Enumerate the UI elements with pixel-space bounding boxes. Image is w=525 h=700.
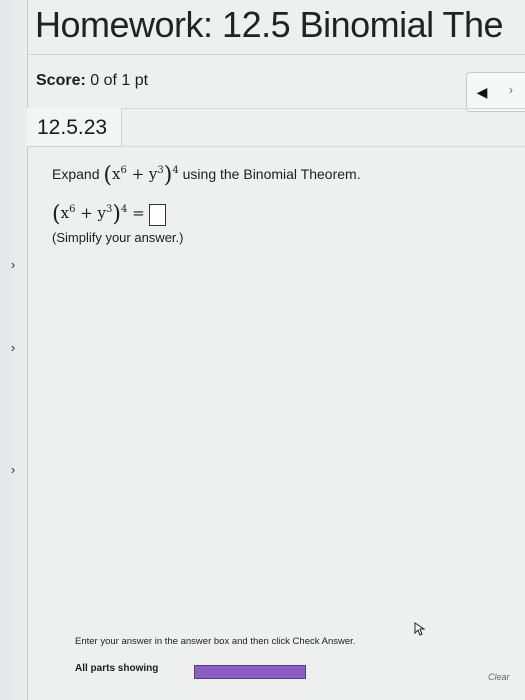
divider [121, 146, 525, 147]
prompt-text: Expand [52, 166, 100, 182]
binomial-expression: (x6 + y3)4 = [52, 202, 145, 227]
page-header: Homework: 12.5 Binomial The [27, 0, 525, 55]
right-arrow-icon: › [509, 83, 513, 97]
problem-id-box: 12.5.23 [27, 108, 122, 147]
score-row: Score: 0 of 1 pt [36, 72, 148, 90]
chevron-right-icon[interactable]: › [6, 463, 20, 477]
parts-label: All parts showing [75, 663, 159, 674]
instruction-text: (Simplify your answer.) [52, 230, 184, 245]
page-title: Homework: 12.5 Binomial The [35, 4, 504, 45]
answer-input[interactable] [148, 203, 166, 226]
progress-fill [195, 666, 305, 678]
binomial-expression: (x6 + y3)4 [103, 163, 179, 188]
progress-bar [194, 665, 306, 679]
score-value: 0 of 1 pt [90, 72, 149, 89]
question-nav: ◀ › [466, 72, 525, 112]
prompt-text: using the Binomial Theorem. [182, 166, 361, 182]
chevron-right-icon[interactable]: › [6, 258, 20, 272]
problem-id: 12.5.23 [37, 116, 108, 139]
next-question-button[interactable]: › [509, 83, 513, 97]
answer-row: (x6 + y3)4 = [52, 202, 166, 227]
problem-prompt: Expand (x6 + y3)4 using the Binomial The… [52, 163, 361, 188]
left-triangle-icon: ◀ [476, 83, 488, 100]
score-label: Score: [36, 72, 86, 89]
previous-question-button[interactable]: ◀ [467, 77, 497, 107]
clear-all-button[interactable]: Clear [488, 672, 510, 682]
left-rail: › › › [0, 0, 28, 700]
chevron-right-icon[interactable]: › [6, 341, 20, 355]
help-text: Enter your answer in the answer box and … [75, 636, 356, 647]
mouse-pointer-icon [414, 622, 426, 636]
